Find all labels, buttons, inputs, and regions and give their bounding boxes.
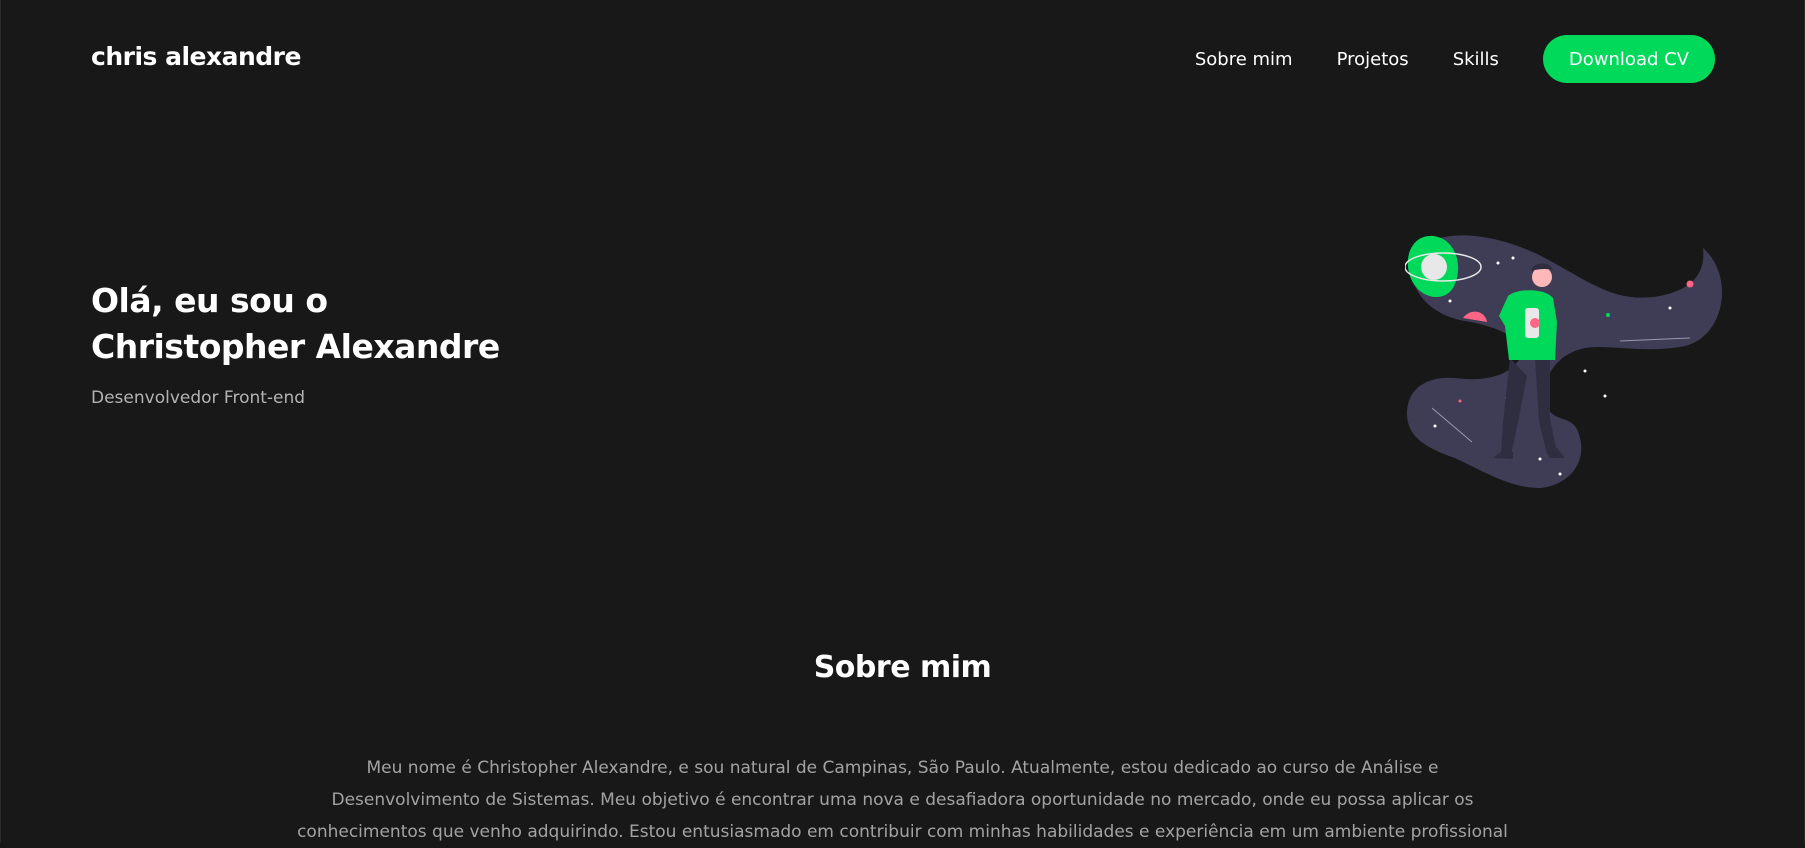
- about-paragraph: Meu nome é Christopher Alexandre, e sou …: [290, 752, 1515, 848]
- hero-title: Olá, eu sou o Christopher Alexandre: [91, 278, 500, 370]
- brand-logo[interactable]: chris alexandre: [91, 42, 301, 71]
- about-line-1: Meu nome é Christopher Alexandre, e sou …: [366, 758, 1439, 778]
- person-in-space-illustration: [1405, 235, 1723, 488]
- hero-greeting: Olá, eu sou o: [91, 281, 328, 320]
- about-line-3: conhecimentos que venho adquirindo. Esto…: [297, 822, 1508, 842]
- nav-link-skills[interactable]: Skills: [1453, 49, 1499, 70]
- about-title: Sobre mim: [813, 650, 992, 685]
- nav-link-projetos[interactable]: Projetos: [1337, 49, 1409, 70]
- nav-link-sobre-mim[interactable]: Sobre mim: [1195, 49, 1293, 70]
- about-line-2: Desenvolvimento de Sistemas. Meu objetiv…: [331, 790, 1474, 810]
- hero-name: Christopher Alexandre: [91, 327, 500, 366]
- download-cv-button[interactable]: Download CV: [1542, 35, 1715, 83]
- hero-subtitle: Desenvolvedor Front-end: [91, 388, 306, 408]
- planet-moon: [1421, 254, 1447, 280]
- main-nav: Sobre mim Projetos Skills Download CV: [1195, 35, 1715, 83]
